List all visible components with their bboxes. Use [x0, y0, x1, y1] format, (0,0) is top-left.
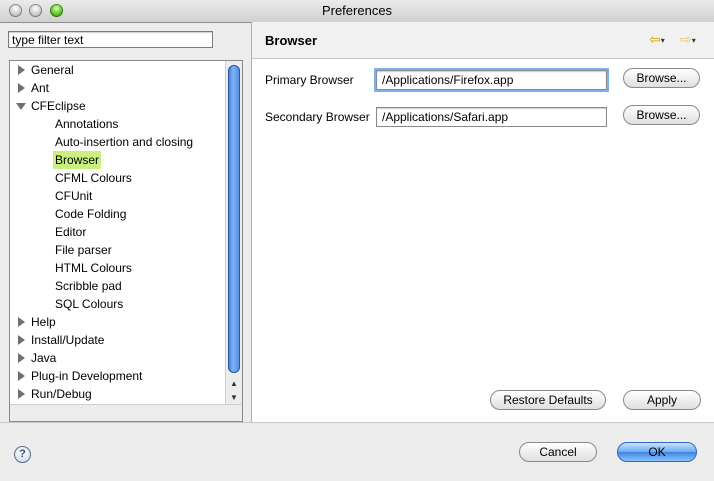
tree-child-item[interactable]: Annotations: [10, 115, 225, 133]
tree-child-item[interactable]: CFML Colours: [10, 169, 225, 187]
scroll-up-button[interactable]: ▲: [226, 377, 242, 391]
tree-child-item[interactable]: File parser: [10, 241, 225, 259]
tree-item-label: Auto-insertion and closing: [55, 135, 194, 149]
tree-item-label: Code Folding: [55, 207, 127, 221]
tree-category-item[interactable]: Help: [10, 313, 225, 331]
expanded-arrow-icon[interactable]: [16, 103, 26, 110]
tree-item-label: Run/Debug: [31, 387, 92, 401]
cancel-button[interactable]: Cancel: [519, 442, 597, 462]
tree-item-label: Scribble pad: [55, 279, 122, 293]
back-arrow-icon[interactable]: ⇦▾: [649, 31, 665, 48]
tree-item-label: Ant: [31, 81, 50, 95]
collapsed-arrow-icon[interactable]: [18, 65, 25, 75]
collapsed-arrow-icon[interactable]: [18, 335, 25, 345]
preference-page: Browser ⇦▾ ⇨▾ Primary Browser /Applicati…: [252, 22, 714, 422]
tree-item-label: SQL Colours: [55, 297, 124, 311]
tree-item-label: Java: [31, 351, 57, 365]
help-icon[interactable]: ?: [14, 446, 31, 463]
scroll-down-button[interactable]: ▼: [226, 391, 242, 405]
apply-button[interactable]: Apply: [623, 390, 701, 410]
primary-browse-button[interactable]: Browse...: [623, 68, 700, 88]
tree-item-label: CFML Colours: [55, 171, 132, 185]
collapsed-arrow-icon[interactable]: [18, 389, 25, 399]
tree-item-label: Help: [31, 315, 56, 329]
tree-child-item[interactable]: Auto-insertion and closing: [10, 133, 225, 151]
ok-button[interactable]: OK: [617, 442, 697, 462]
tree-category-item[interactable]: General: [10, 61, 225, 79]
window-title: Preferences: [321, 3, 393, 18]
collapsed-arrow-icon[interactable]: [18, 353, 25, 363]
restore-defaults-button[interactable]: Restore Defaults: [490, 390, 606, 410]
tree-vertical-scrollbar[interactable]: ▲ ▼: [225, 61, 242, 405]
tree-item-label: Plug-in Development: [31, 369, 143, 383]
tree-item-label: General: [31, 63, 74, 77]
tree-category-item[interactable]: CFEclipse: [10, 97, 225, 115]
tree-scroll-thumb[interactable]: [228, 65, 240, 373]
collapsed-arrow-icon[interactable]: [18, 371, 25, 381]
tree-item-label: Annotations: [55, 117, 119, 131]
tree-item-label: HTML Colours: [55, 261, 132, 275]
preferences-tree: General Ant CFEclipse Annotations Auto-inser…: [9, 60, 243, 422]
tree-category-item[interactable]: Ant: [10, 79, 225, 97]
tree-child-item[interactable]: Browser: [10, 151, 225, 169]
tree-category-item[interactable]: Run/Debug: [10, 385, 225, 403]
close-window-button[interactable]: [9, 4, 22, 17]
secondary-browse-button[interactable]: Browse...: [623, 105, 700, 125]
tree-category-item[interactable]: Java: [10, 349, 225, 367]
tree-child-item[interactable]: CFUnit: [10, 187, 225, 205]
secondary-browser-label: Secondary Browser: [265, 110, 370, 124]
page-header: Browser ⇦▾ ⇨▾: [252, 22, 714, 59]
primary-browser-label: Primary Browser: [265, 73, 354, 87]
page-title: Browser: [265, 33, 318, 48]
tree-child-item[interactable]: SQL Colours: [10, 295, 225, 313]
secondary-browser-field[interactable]: /Applications/Safari.app: [376, 107, 607, 127]
minimize-window-button[interactable]: [29, 4, 42, 17]
tree-horizontal-scrollbar[interactable]: [10, 404, 242, 421]
zoom-window-button[interactable]: [50, 4, 63, 17]
tree-item-label: Browser: [53, 151, 102, 169]
title-bar: Preferences: [0, 0, 714, 23]
tree-item-label: CFEclipse: [31, 99, 86, 113]
dialog-footer: ? Cancel OK: [0, 422, 714, 481]
filter-input[interactable]: [8, 31, 213, 48]
tree-category-item[interactable]: Install/Update: [10, 331, 225, 349]
tree-item-label: Editor: [55, 225, 87, 239]
tree-child-item[interactable]: HTML Colours: [10, 259, 225, 277]
tree-child-item[interactable]: Code Folding: [10, 205, 225, 223]
forward-arrow-icon[interactable]: ⇨▾: [680, 31, 696, 48]
collapsed-arrow-icon[interactable]: [18, 83, 25, 93]
tree-item-label: File parser: [55, 243, 112, 257]
tree-child-item[interactable]: Editor: [10, 223, 225, 241]
tree-child-item[interactable]: Scribble pad: [10, 277, 225, 295]
tree-category-item[interactable]: Plug-in Development: [10, 367, 225, 385]
collapsed-arrow-icon[interactable]: [18, 317, 25, 327]
tree-item-label: Install/Update: [31, 333, 105, 347]
tree-item-label: CFUnit: [55, 189, 93, 203]
primary-browser-field[interactable]: /Applications/Firefox.app: [376, 70, 607, 90]
